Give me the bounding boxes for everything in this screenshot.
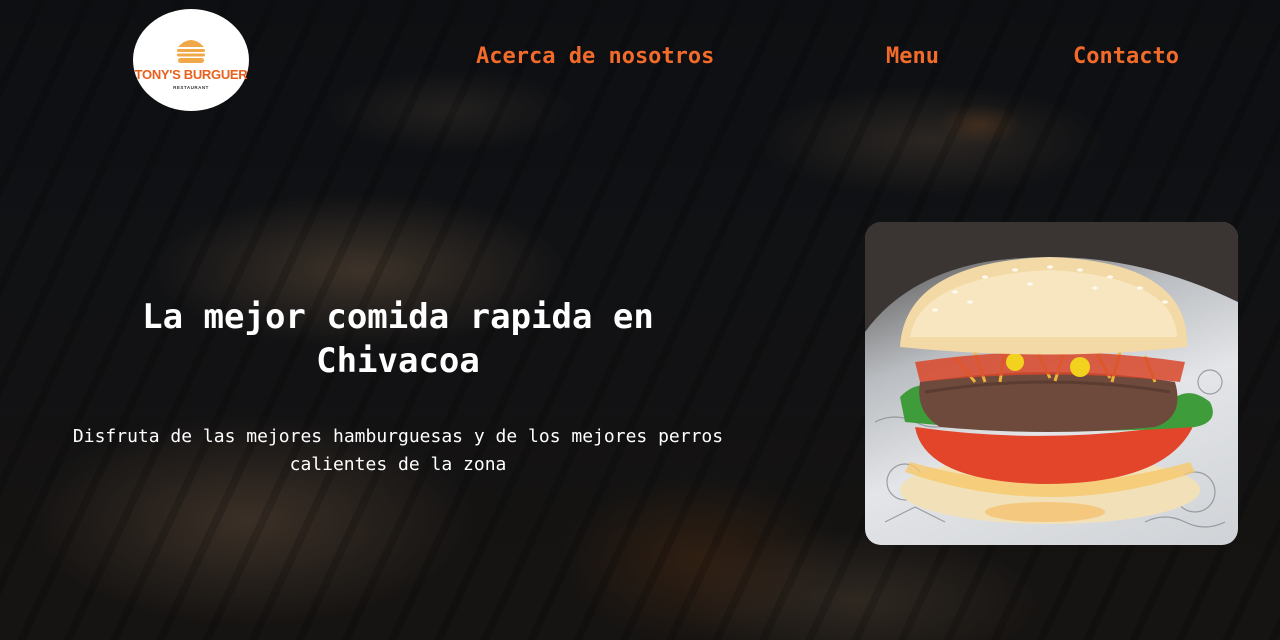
burger-illustration bbox=[865, 222, 1238, 528]
nav-link-menu[interactable]: Menu bbox=[886, 44, 939, 69]
nav-link-contact[interactable]: Contacto bbox=[1073, 44, 1179, 69]
brand-subtitle: RESTAURANT bbox=[173, 84, 209, 90]
hero-subtitle: Disfruta de las mejores hamburguesas y d… bbox=[72, 426, 724, 475]
main-nav: Acerca de nosotros Menu Contacto bbox=[0, 44, 1280, 74]
burger-photo bbox=[865, 222, 1238, 545]
nav-link-about[interactable]: Acerca de nosotros bbox=[476, 44, 714, 69]
hero-title: La mejor comida rapida en Chivacoa bbox=[142, 297, 654, 381]
